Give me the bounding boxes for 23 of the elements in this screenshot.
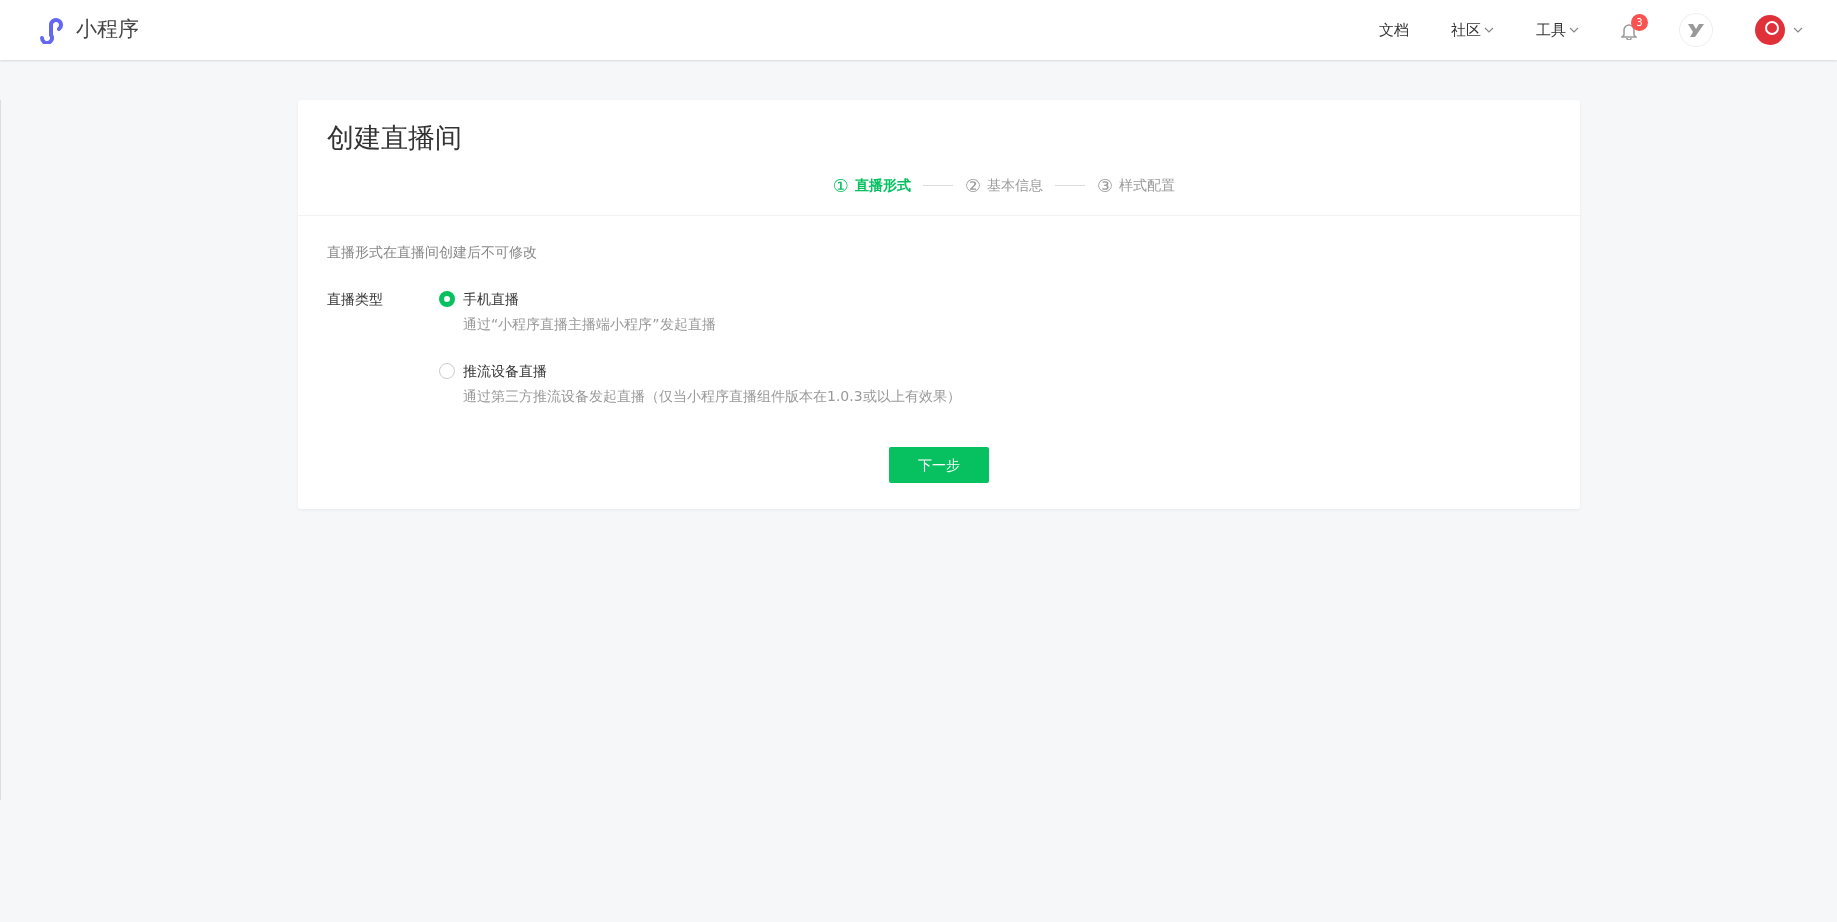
- page-title: 创建直播间: [327, 122, 463, 155]
- option-label[interactable]: 推流设备直播: [463, 361, 961, 383]
- notification-badge: 3: [1631, 13, 1648, 31]
- brand-name[interactable]: 小程序: [76, 14, 139, 46]
- user-avatar[interactable]: [1755, 15, 1785, 45]
- bell-icon[interactable]: [1621, 21, 1637, 40]
- option-label[interactable]: 手机直播: [463, 289, 716, 311]
- radio-button[interactable]: [439, 363, 455, 380]
- note-text: 直播形式在直播间创建后不可修改: [327, 243, 538, 263]
- nav-link[interactable]: 社区: [1451, 18, 1494, 42]
- option-description: 通过“小程序直播主播端小程序”发起直播: [463, 315, 716, 335]
- step-number: ①: [832, 174, 849, 199]
- radio-button[interactable]: [439, 291, 455, 308]
- step-number: ③: [1097, 174, 1114, 199]
- chevron-icon[interactable]: [1793, 27, 1803, 33]
- step-number: ②: [964, 174, 982, 199]
- field-label: 直播类型: [327, 290, 384, 310]
- nav-link[interactable]: 工具: [1536, 18, 1579, 42]
- chevron-icon: [1484, 27, 1494, 33]
- option-description: 通过第三方推流设备发起直播（仅当小程序直播组件版本在1.0.3或以上有效果）: [463, 387, 961, 407]
- nav-link[interactable]: 文档: [1379, 18, 1409, 42]
- app-avatar-icon[interactable]: [1679, 13, 1713, 47]
- chevron-icon: [1569, 27, 1579, 33]
